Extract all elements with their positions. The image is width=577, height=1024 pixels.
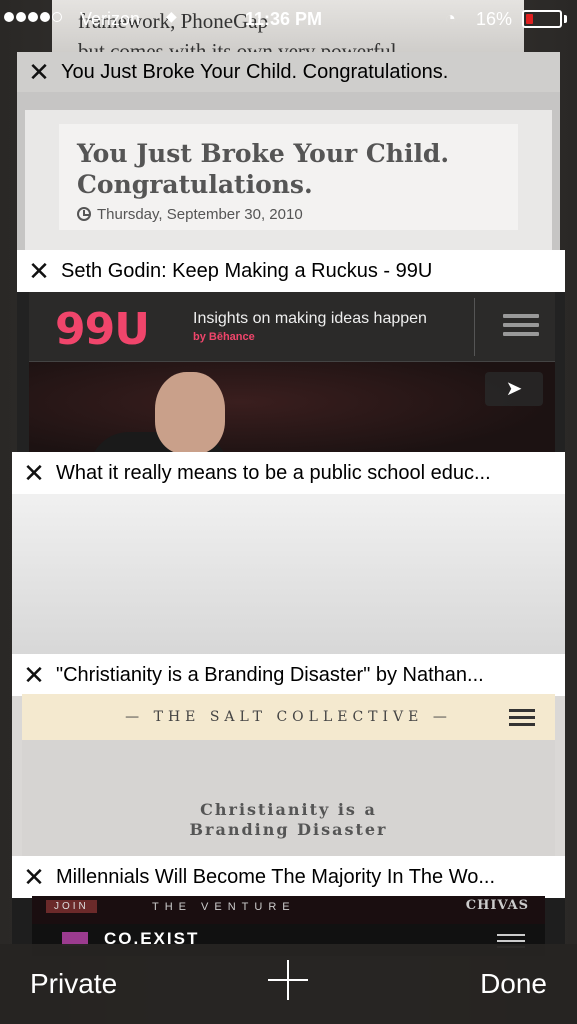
tab-header: ✕ Millennials Will Become The Majority I… <box>12 856 565 898</box>
hamburger-menu-icon <box>503 314 539 341</box>
ad-venture-text: THE VENTURE <box>152 901 296 913</box>
site-tagline: Insights on making ideas happen <box>193 310 427 327</box>
plus-icon[interactable] <box>268 960 308 1000</box>
tab-title: Seth Godin: Keep Making a Ruckus - 99U <box>61 259 433 282</box>
tab-card-1[interactable]: ✕ You Just Broke Your Child. Congratulat… <box>17 52 560 252</box>
article-date: Thursday, September 30, 2010 <box>77 206 500 223</box>
battery-icon <box>522 10 562 28</box>
site-logo: 99U <box>55 304 150 355</box>
tab-title: What it really means to be a public scho… <box>56 461 491 484</box>
status-bar: Verizon ◆ 11:36 PM ◔ 16% <box>0 0 577 38</box>
article-headline: Christianity is a Branding Disaster <box>22 800 555 840</box>
close-icon[interactable]: ✕ <box>17 256 61 287</box>
battery-tip <box>564 15 567 23</box>
background-tab-line-2: but comes with its own very powerful <box>78 39 397 52</box>
wifi-icon: ◆ <box>166 8 177 24</box>
clock-icon <box>77 207 91 221</box>
close-icon[interactable]: ✕ <box>12 458 56 489</box>
tab-page-preview: Christianity is a Branding Disaster <box>22 740 555 864</box>
signal-strength-icon <box>4 12 62 22</box>
close-icon[interactable]: ✕ <box>12 862 56 893</box>
clock-time: 11:36 PM <box>245 9 323 29</box>
tab-title: Millennials Will Become The Majority In … <box>56 865 496 888</box>
tab-title: "Christianity is a Branding Disaster" by… <box>56 663 484 686</box>
tab-card-3[interactable]: ✕ What it really means to be a public sc… <box>12 452 565 662</box>
site-banner: — THE SALT COLLECTIVE — <box>22 694 555 740</box>
battery-fill <box>526 14 533 24</box>
tab-page-preview: You Just Broke Your Child. Congratulatio… <box>25 110 552 252</box>
article-date-text: Thursday, September 30, 2010 <box>97 206 303 223</box>
site-byline: by Bēhance <box>193 331 255 343</box>
close-icon[interactable]: ✕ <box>17 57 61 88</box>
battery-percent: 16% <box>476 9 513 29</box>
done-button[interactable]: Done <box>480 968 547 1000</box>
carrier-name: Verizon <box>80 9 141 29</box>
tab-header: ✕ Seth Godin: Keep Making a Ruckus - 99U <box>17 250 565 292</box>
paper-plane-icon: ➤ <box>485 372 543 406</box>
site-header: 99U Insights on making ideas happen by B… <box>29 292 555 362</box>
tab-switcher-toolbar: Private Done <box>0 944 577 1024</box>
article-headline: You Just Broke Your Child. Congratulatio… <box>77 139 450 199</box>
tab-header: ✕ You Just Broke Your Child. Congratulat… <box>17 52 560 92</box>
person-head <box>155 372 225 454</box>
headline-line-1: Christianity is a <box>200 800 377 819</box>
headline-line-2: Branding Disaster <box>189 820 388 839</box>
article-header: You Just Broke Your Child. Congratulatio… <box>59 124 518 230</box>
tab-header: ✕ "Christianity is a Branding Disaster" … <box>12 654 565 696</box>
tab-card-5[interactable]: ✕ Millennials Will Become The Majority I… <box>12 856 565 956</box>
alarm-icon: ◔ <box>445 8 456 28</box>
tab-title: You Just Broke Your Child. Congratulatio… <box>61 60 449 83</box>
tab-card-2[interactable]: ✕ Seth Godin: Keep Making a Ruckus - 99U… <box>17 250 565 460</box>
close-icon[interactable]: ✕ <box>12 660 56 691</box>
ad-join-label: JOIN <box>46 900 97 913</box>
private-button[interactable]: Private <box>30 968 117 1000</box>
list-menu-icon <box>509 709 535 730</box>
ad-brand: CHIVAS <box>465 898 529 913</box>
divider <box>474 298 475 356</box>
tab-header: ✕ What it really means to be a public sc… <box>12 452 565 494</box>
site-name: — THE SALT COLLECTIVE — <box>125 709 452 725</box>
ad-banner: JOIN THE VENTURE CHIVAS <box>32 896 545 924</box>
hero-image: ➤ <box>29 362 555 460</box>
tab-card-4[interactable]: ✕ "Christianity is a Branding Disaster" … <box>12 654 565 864</box>
